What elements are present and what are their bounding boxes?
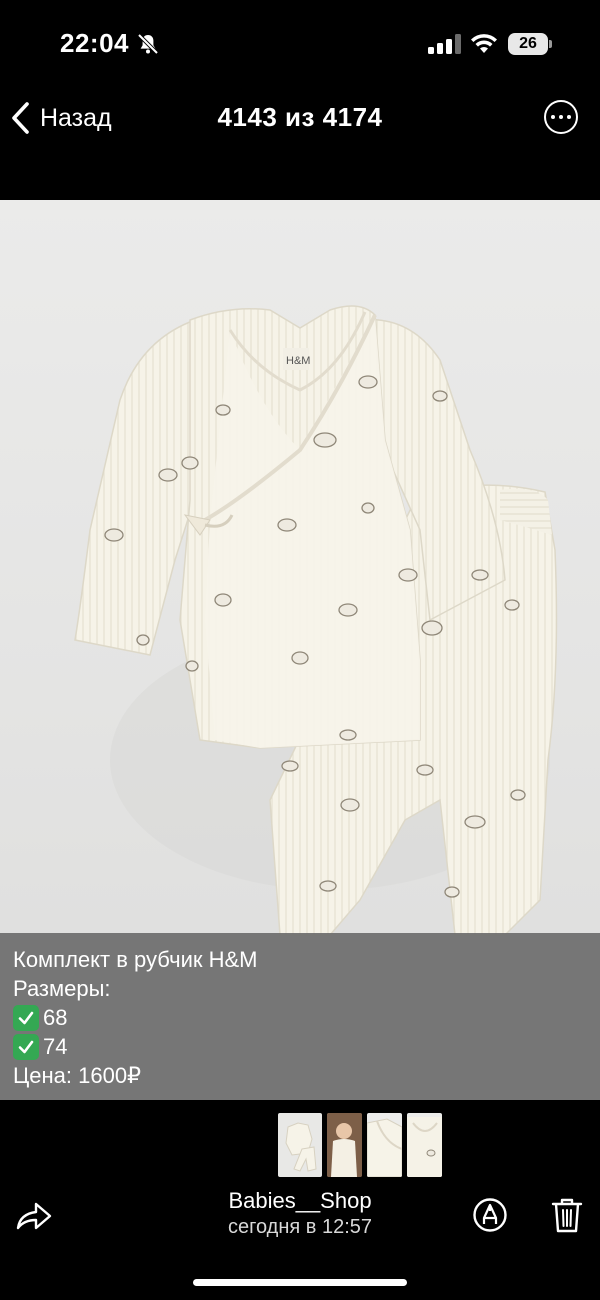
more-options-button[interactable] [544,100,578,134]
battery-icon: 26 [508,33,552,55]
caption-price: Цена: 1600₽ [13,1063,142,1088]
wifi-icon [471,34,497,53]
check-mark-icon [13,1004,39,1031]
outfit-detail-thumbnail[interactable] [407,1113,442,1177]
cellular-signal-icon [428,34,461,54]
brand-tag: H&M [286,355,310,367]
outfit-flatlay-thumbnail[interactable] [278,1113,322,1177]
status-bar: 22:04 26 [0,0,600,90]
thumbnail-strip [278,1113,442,1177]
size-item: 68 [13,1003,587,1032]
bell-muted-icon [137,33,159,55]
sender-name: Babies__Shop [228,1188,372,1213]
outfit-closeup-thumbnail[interactable] [367,1113,402,1177]
status-time: 22:04 [60,28,129,58]
battery-level: 26 [508,33,548,55]
size-item: 74 [13,1032,587,1061]
markup-pen-icon[interactable] [472,1197,508,1233]
chevron-left-icon [12,102,29,134]
photo-caption: Комплект в рубчик H&M Размеры: 68 74 Цен… [0,933,600,1100]
home-indicator[interactable] [193,1279,407,1286]
size-value: 68 [43,1005,68,1030]
baby-photo-thumbnail[interactable] [327,1113,362,1177]
caption-title: Комплект в рубчик H&M [13,947,258,972]
nav-bar: Назад 4143 из 4174 [0,90,600,146]
back-label: Назад [40,103,112,132]
check-mark-icon [13,1033,39,1060]
ellipsis-circle-icon [551,115,555,119]
size-value: 74 [43,1034,68,1059]
back-button[interactable]: Назад [10,96,112,140]
sent-time: сегодня в 12:57 [228,1216,372,1238]
trash-icon[interactable] [550,1196,584,1234]
caption-sizes-label: Размеры: [13,976,111,1001]
